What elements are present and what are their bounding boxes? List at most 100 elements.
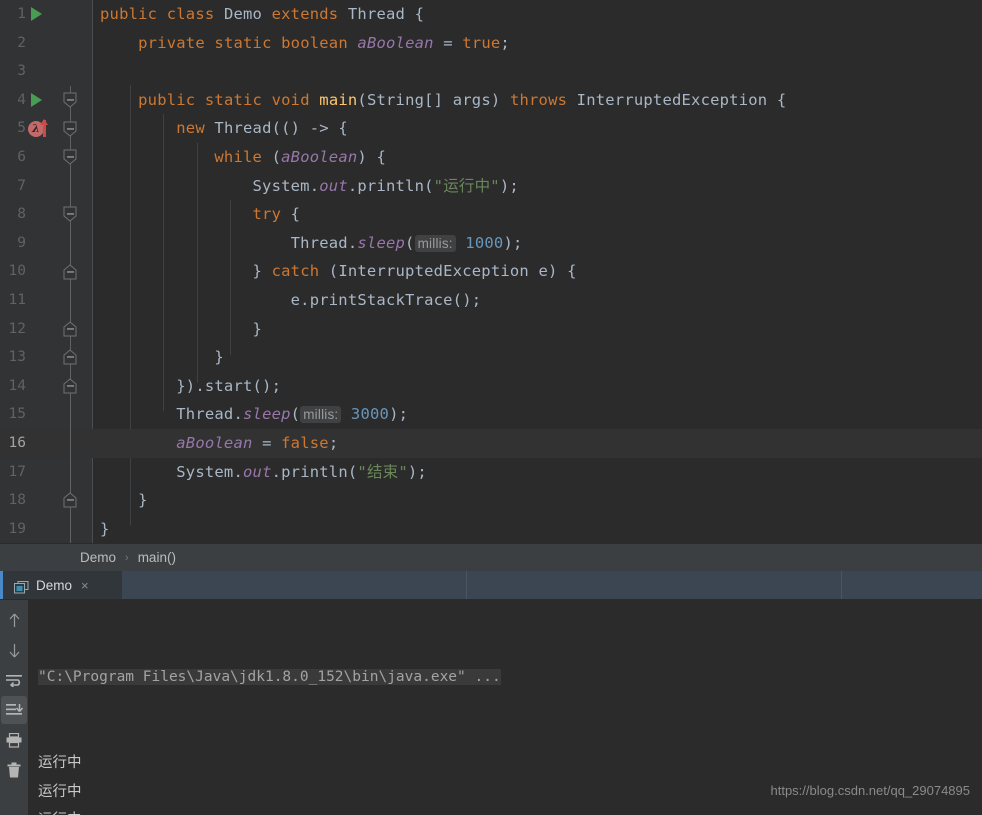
line-number: 2: [17, 34, 26, 51]
gutter-marker-slot[interactable]: [26, 257, 56, 286]
gutter-marker-slot[interactable]: [26, 57, 56, 86]
code-line[interactable]: 5λ new Thread(() -> {: [0, 114, 982, 143]
down-arrow-icon[interactable]: [1, 636, 27, 664]
fold-column[interactable]: [58, 0, 92, 29]
code-text: e.printStackTrace();: [100, 286, 481, 315]
run-arrow-icon[interactable]: [31, 93, 42, 108]
fold-column[interactable]: [58, 400, 92, 429]
fold-column[interactable]: [58, 457, 92, 487]
code-line[interactable]: 12 }: [0, 314, 982, 344]
gutter-marker-slot[interactable]: [26, 172, 56, 201]
code-token: 1000: [465, 233, 504, 252]
code-token: public: [138, 90, 205, 109]
gutter-marker-slot[interactable]: [26, 429, 56, 458]
code-line[interactable]: 15 Thread.sleep(millis: 3000);: [0, 400, 982, 429]
run-tab-demo[interactable]: Demo ×: [0, 571, 122, 600]
lambda-marker-icon[interactable]: λ: [28, 118, 56, 138]
code-token: ) {: [357, 147, 387, 166]
code-token: (InterruptedException e) {: [328, 262, 577, 281]
gutter-marker-slot[interactable]: [26, 200, 56, 229]
code-token: static: [204, 90, 272, 109]
gutter-marker-slot[interactable]: [26, 515, 56, 543]
code-line[interactable]: 14 }).start();: [0, 371, 982, 401]
gutter-marker-slot[interactable]: λ: [26, 114, 56, 143]
fold-column[interactable]: [58, 142, 92, 172]
breadcrumb-method[interactable]: main(): [138, 550, 176, 565]
up-arrow-icon[interactable]: [1, 606, 27, 634]
scroll-to-end-icon[interactable]: [1, 696, 27, 724]
fold-column[interactable]: [58, 228, 92, 258]
gutter-marker-slot[interactable]: [26, 458, 56, 487]
fold-open-icon[interactable]: [63, 121, 78, 137]
fold-open-icon[interactable]: [63, 206, 78, 223]
breadcrumb[interactable]: Demo › main(): [0, 543, 982, 571]
gutter-marker-slot[interactable]: [26, 286, 56, 315]
run-arrow-icon[interactable]: [31, 7, 42, 22]
code-editor[interactable]: 1 public class Demo extends Thread {2 pri…: [0, 0, 982, 543]
print-icon[interactable]: [1, 726, 27, 754]
fold-column[interactable]: [58, 514, 92, 543]
code-line[interactable]: 16 aBoolean = false;: [0, 428, 982, 458]
fold-column[interactable]: [58, 257, 92, 286]
gutter-marker-slot[interactable]: [26, 0, 56, 29]
close-icon[interactable]: ×: [81, 578, 89, 593]
fold-open-icon[interactable]: [63, 92, 78, 108]
fold-close-icon[interactable]: [63, 321, 78, 337]
fold-column[interactable]: [58, 200, 92, 229]
code-token: "结束": [357, 462, 408, 481]
gutter-marker-slot[interactable]: [26, 486, 56, 515]
code-line[interactable]: 13 }: [0, 343, 982, 372]
line-number: 17: [8, 463, 26, 480]
fold-column[interactable]: [58, 314, 92, 344]
fold-column[interactable]: [58, 428, 92, 458]
fold-close-icon[interactable]: [63, 263, 78, 280]
fold-close-icon[interactable]: [63, 492, 78, 508]
code-token: Demo: [223, 5, 272, 23]
code-line[interactable]: 8 try {: [0, 200, 982, 229]
fold-column[interactable]: [58, 85, 92, 115]
gutter-marker-slot[interactable]: [26, 315, 56, 344]
code-line[interactable]: 3: [0, 57, 982, 86]
gutter-marker-slot[interactable]: [26, 372, 56, 401]
code-token: Thread: [347, 5, 415, 23]
gutter-marker-slot[interactable]: [26, 343, 56, 372]
fold-column[interactable]: [58, 371, 92, 401]
tabbar-slot: [122, 571, 467, 600]
fold-close-icon[interactable]: [63, 378, 78, 394]
code-line[interactable]: 4 public static void main(String[] args)…: [0, 85, 982, 115]
soft-wrap-icon[interactable]: [1, 666, 27, 694]
code-line[interactable]: 9 Thread.sleep(millis: 1000);: [0, 228, 982, 258]
fold-column[interactable]: [58, 285, 92, 315]
code-line[interactable]: 6 while (aBoolean) {: [0, 142, 982, 172]
code-line[interactable]: 1 public class Demo extends Thread {: [0, 0, 982, 29]
code-line[interactable]: 10 } catch (InterruptedException e) {: [0, 257, 982, 286]
code-line[interactable]: 11 e.printStackTrace();: [0, 285, 982, 315]
code-token: }).start();: [176, 376, 282, 395]
code-line[interactable]: 17 System.out.println("结束");: [0, 457, 982, 487]
fold-column[interactable]: [58, 114, 92, 143]
gutter-marker-slot[interactable]: [26, 229, 56, 258]
breadcrumb-class[interactable]: Demo: [80, 550, 116, 565]
trash-icon[interactable]: [1, 756, 27, 784]
code-line[interactable]: 2 private static boolean aBoolean = true…: [0, 29, 982, 58]
gutter-marker-slot[interactable]: [26, 143, 56, 172]
override-arrow-icon: [40, 118, 48, 137]
gutter-marker-slot[interactable]: [26, 29, 56, 58]
code-line[interactable]: 18 }: [0, 486, 982, 515]
fold-column[interactable]: [58, 57, 92, 86]
run-configuration-icon: [14, 579, 29, 594]
gutter-marker-slot[interactable]: [26, 400, 56, 429]
console-output[interactable]: "C:\Program Files\Java\jdk1.8.0_152\bin\…: [28, 600, 982, 815]
fold-column[interactable]: [58, 343, 92, 372]
fold-column[interactable]: [58, 486, 92, 515]
gutter-marker-slot[interactable]: [26, 86, 56, 115]
fold-open-icon[interactable]: [63, 149, 78, 165]
fold-column[interactable]: [58, 171, 92, 201]
fold-column[interactable]: [58, 29, 92, 58]
line-number: 15: [8, 406, 26, 423]
fold-close-icon[interactable]: [63, 349, 78, 365]
code-line[interactable]: 19}: [0, 514, 982, 543]
code-line[interactable]: 7 System.out.println("运行中");: [0, 171, 982, 201]
